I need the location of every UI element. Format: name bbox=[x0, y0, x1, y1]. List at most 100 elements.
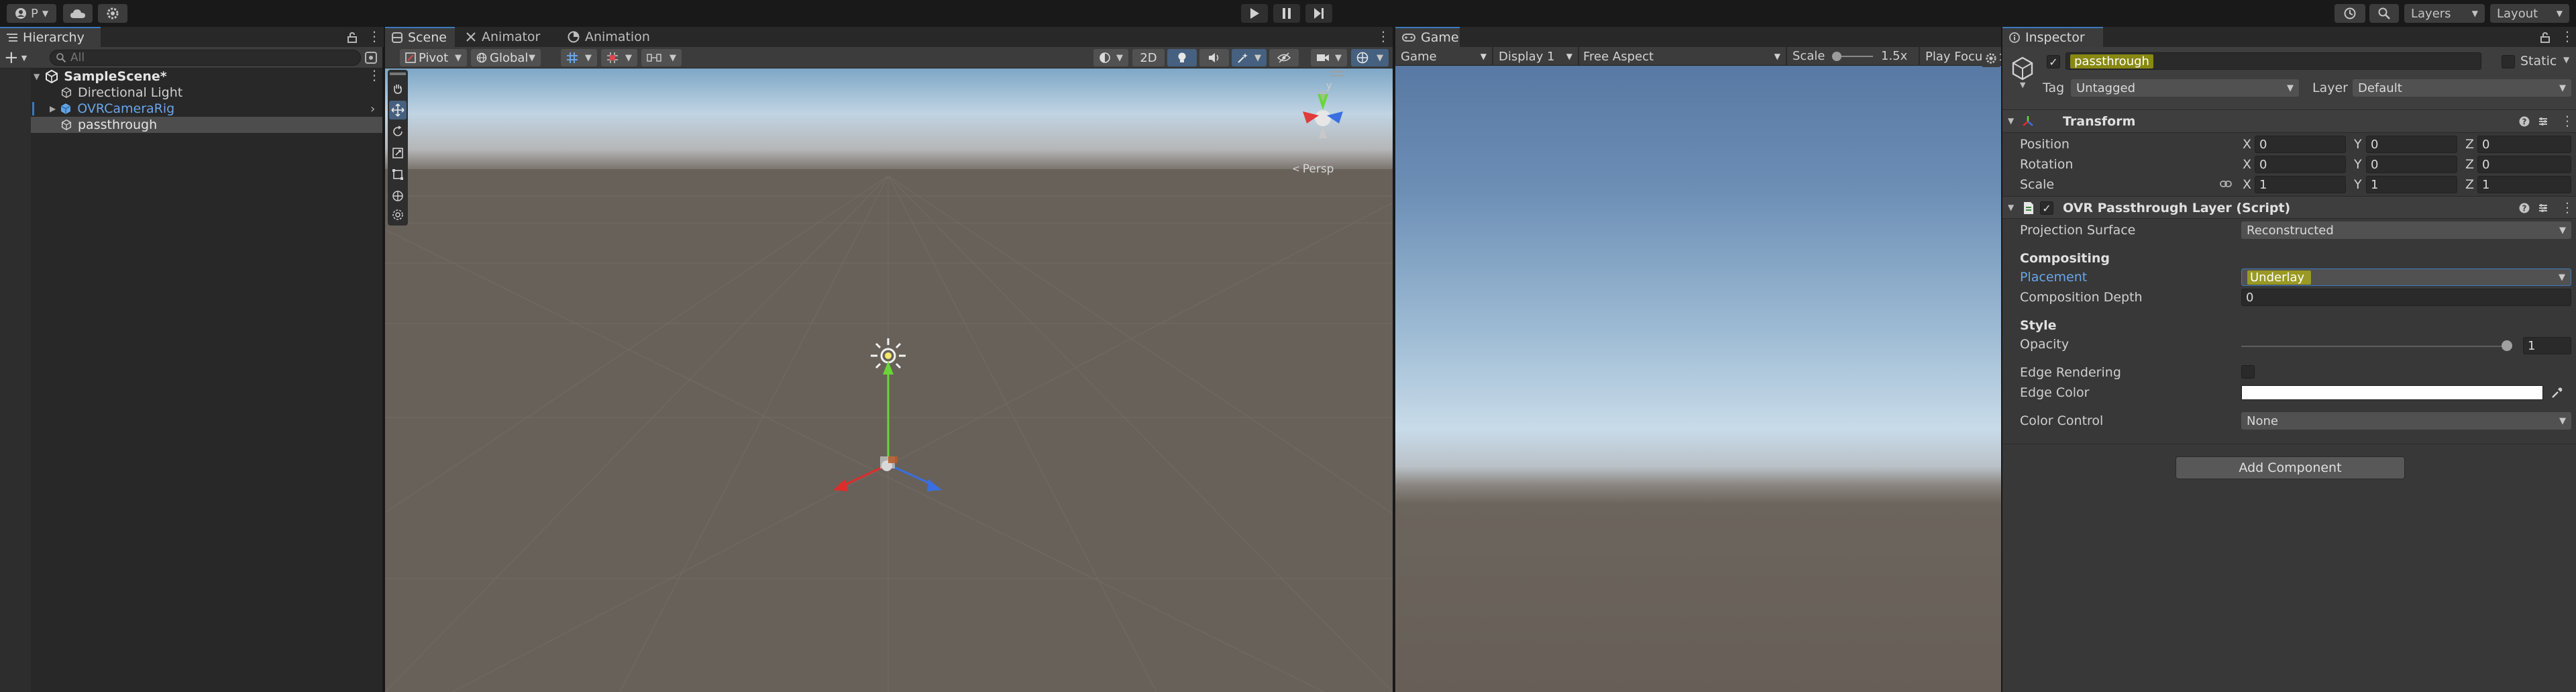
move-tool-button[interactable] bbox=[389, 101, 407, 119]
camera-dropdown[interactable]: ▼ bbox=[1311, 49, 1347, 66]
active-checkbox[interactable]: ✓ bbox=[2047, 55, 2060, 68]
tab-hierarchy[interactable]: Hierarchy bbox=[0, 27, 101, 47]
gizmos-dropdown[interactable]: ▼ bbox=[1351, 49, 1389, 66]
opacity-field[interactable]: 1 bbox=[2523, 337, 2571, 354]
drag-handle[interactable] bbox=[390, 72, 406, 75]
lock-icon[interactable] bbox=[2540, 32, 2550, 43]
list-item[interactable]: Directional Light bbox=[0, 85, 382, 101]
play-button[interactable] bbox=[1241, 4, 1268, 23]
list-item[interactable]: passthrough bbox=[0, 117, 382, 133]
color-control-dropdown[interactable]: None ▼ bbox=[2241, 412, 2571, 430]
cloud-button[interactable] bbox=[63, 4, 93, 23]
more-icon[interactable]: ⋮ bbox=[368, 28, 381, 44]
help-icon[interactable]: ? bbox=[2519, 116, 2530, 127]
layout-dropdown[interactable]: Layout ▼ bbox=[2490, 4, 2569, 23]
passthrough-layer-header[interactable]: ▼ ✓ OVR Passthrough Layer (Script) ? ⋮ bbox=[2002, 196, 2576, 219]
create-button[interactable]: + ▼ bbox=[4, 49, 39, 66]
scale-tool-button[interactable] bbox=[389, 144, 407, 162]
preset-icon[interactable] bbox=[2538, 116, 2548, 127]
align-dropdown[interactable]: ▼ bbox=[641, 49, 682, 66]
move-gizmo[interactable] bbox=[814, 357, 962, 505]
transform-tool-button[interactable] bbox=[389, 187, 407, 205]
scene-filter-icon[interactable] bbox=[365, 52, 377, 64]
chevron-right-icon[interactable]: › bbox=[370, 102, 375, 116]
tag-dropdown[interactable]: Untagged ▼ bbox=[2071, 79, 2299, 97]
composition-depth-field[interactable]: 0 bbox=[2241, 289, 2571, 306]
transform-header[interactable]: ▼ Transform ? ⋮ bbox=[2002, 110, 2576, 133]
projection-toggle[interactable]: < Persp bbox=[1292, 162, 1334, 176]
display-dropdown[interactable]: Display 1 ▼ bbox=[1496, 47, 1575, 66]
eyedropper-icon[interactable] bbox=[2551, 387, 2563, 399]
game-view-dropdown[interactable]: Game ▼ bbox=[1398, 47, 1489, 66]
add-component-button[interactable]: Add Component bbox=[2176, 456, 2405, 479]
chevron-down-icon[interactable]: ▼ bbox=[2020, 81, 2025, 89]
rotation-z-field[interactable]: 0 bbox=[2477, 156, 2571, 173]
game-viewport[interactable] bbox=[1395, 66, 2001, 692]
2d-toggle[interactable]: 2D bbox=[1132, 49, 1165, 66]
search-button[interactable] bbox=[2369, 4, 2399, 23]
search-field[interactable] bbox=[50, 50, 361, 66]
gizmo-menu-icon[interactable] bbox=[1331, 71, 1344, 77]
chevron-down-icon[interactable]: ▼ bbox=[2563, 55, 2569, 64]
draw-mode-dropdown[interactable]: ▼ bbox=[1093, 49, 1128, 66]
edge-rendering-checkbox[interactable] bbox=[2241, 365, 2255, 379]
position-z-field[interactable]: 0 bbox=[2477, 136, 2571, 153]
pivot-dropdown[interactable]: Pivot ▼ bbox=[400, 49, 467, 66]
layer-dropdown[interactable]: Default ▼ bbox=[2353, 79, 2571, 97]
object-name-field[interactable]: passthrough bbox=[2065, 52, 2481, 70]
tab-inspector[interactable]: Inspector bbox=[2002, 27, 2103, 47]
edge-color-swatch[interactable] bbox=[2241, 385, 2543, 400]
lock-icon[interactable] bbox=[347, 32, 357, 43]
help-icon[interactable]: ? bbox=[2519, 203, 2530, 213]
step-button[interactable] bbox=[1305, 4, 1332, 23]
tab-scene[interactable]: Scene bbox=[385, 27, 455, 47]
static-checkbox[interactable] bbox=[2502, 55, 2515, 68]
rotation-y-field[interactable]: 0 bbox=[2366, 156, 2457, 173]
scene-more-icon[interactable]: ⋮ bbox=[368, 67, 381, 83]
tab-animation[interactable]: Animation bbox=[561, 27, 657, 47]
chevron-down-icon[interactable]: ▼ bbox=[2008, 116, 2014, 126]
pause-button[interactable] bbox=[1273, 4, 1300, 23]
account-button[interactable]: P ▼ bbox=[7, 4, 56, 23]
link-icon[interactable] bbox=[2220, 179, 2232, 189]
projection-surface-dropdown[interactable]: Reconstructed ▼ bbox=[2241, 221, 2571, 239]
hand-tool-button[interactable] bbox=[389, 79, 407, 98]
scale-z-field[interactable]: 1 bbox=[2477, 176, 2571, 193]
rotation-x-field[interactable]: 0 bbox=[2255, 156, 2346, 173]
more-icon[interactable]: ⋮ bbox=[1377, 28, 1390, 44]
grid-snap-dropdown[interactable]: ▼ bbox=[561, 49, 597, 66]
rect-tool-button[interactable] bbox=[389, 165, 407, 184]
opacity-slider-track[interactable] bbox=[2241, 346, 2507, 347]
orientation-gizmo[interactable]: y < Persp bbox=[1284, 68, 1371, 176]
placement-dropdown[interactable]: Underlay ▼ bbox=[2241, 268, 2571, 286]
effects-dropdown[interactable]: ▼ bbox=[1232, 49, 1267, 66]
expand-arrow-icon[interactable]: ▶ bbox=[50, 104, 56, 113]
tab-animator[interactable]: Animator bbox=[459, 27, 547, 47]
scale-slider-thumb[interactable] bbox=[1832, 52, 1841, 61]
more-icon[interactable]: ⋮ bbox=[2561, 113, 2574, 129]
scene-viewport[interactable]: y < Persp bbox=[385, 68, 1393, 692]
preset-icon[interactable] bbox=[2538, 203, 2548, 213]
list-item[interactable]: ▶ OVRCameraRig › bbox=[0, 101, 382, 117]
rotate-tool-button[interactable] bbox=[389, 122, 407, 141]
global-dropdown[interactable]: Global ▼ bbox=[471, 49, 541, 66]
position-y-field[interactable]: 0 bbox=[2366, 136, 2457, 153]
audio-toggle[interactable] bbox=[1199, 49, 1229, 66]
chevron-down-icon[interactable]: ▼ bbox=[2008, 203, 2014, 212]
scene-row[interactable]: ▼ SampleScene* ⋮ bbox=[0, 67, 382, 85]
search-input[interactable] bbox=[70, 51, 339, 64]
lighting-toggle[interactable] bbox=[1167, 49, 1197, 66]
tab-game[interactable]: Game bbox=[1395, 27, 1460, 47]
services-button[interactable] bbox=[98, 4, 127, 23]
more-icon[interactable]: ⋮ bbox=[2561, 199, 2574, 215]
snap-increment-dropdown[interactable]: ▼ bbox=[601, 49, 637, 66]
game-settings-button[interactable] bbox=[1982, 50, 2000, 67]
layers-dropdown[interactable]: Layers ▼ bbox=[2404, 4, 2485, 23]
hidden-objects-toggle[interactable] bbox=[1269, 49, 1299, 66]
opacity-slider-thumb[interactable] bbox=[2502, 340, 2512, 351]
scale-y-field[interactable]: 1 bbox=[2366, 176, 2457, 193]
position-x-field[interactable]: 0 bbox=[2255, 136, 2346, 153]
more-icon[interactable]: ⋮ bbox=[2561, 28, 2574, 44]
custom-tool-button[interactable] bbox=[389, 207, 407, 223]
aspect-dropdown[interactable]: Free Aspect ▼ bbox=[1580, 47, 1783, 66]
